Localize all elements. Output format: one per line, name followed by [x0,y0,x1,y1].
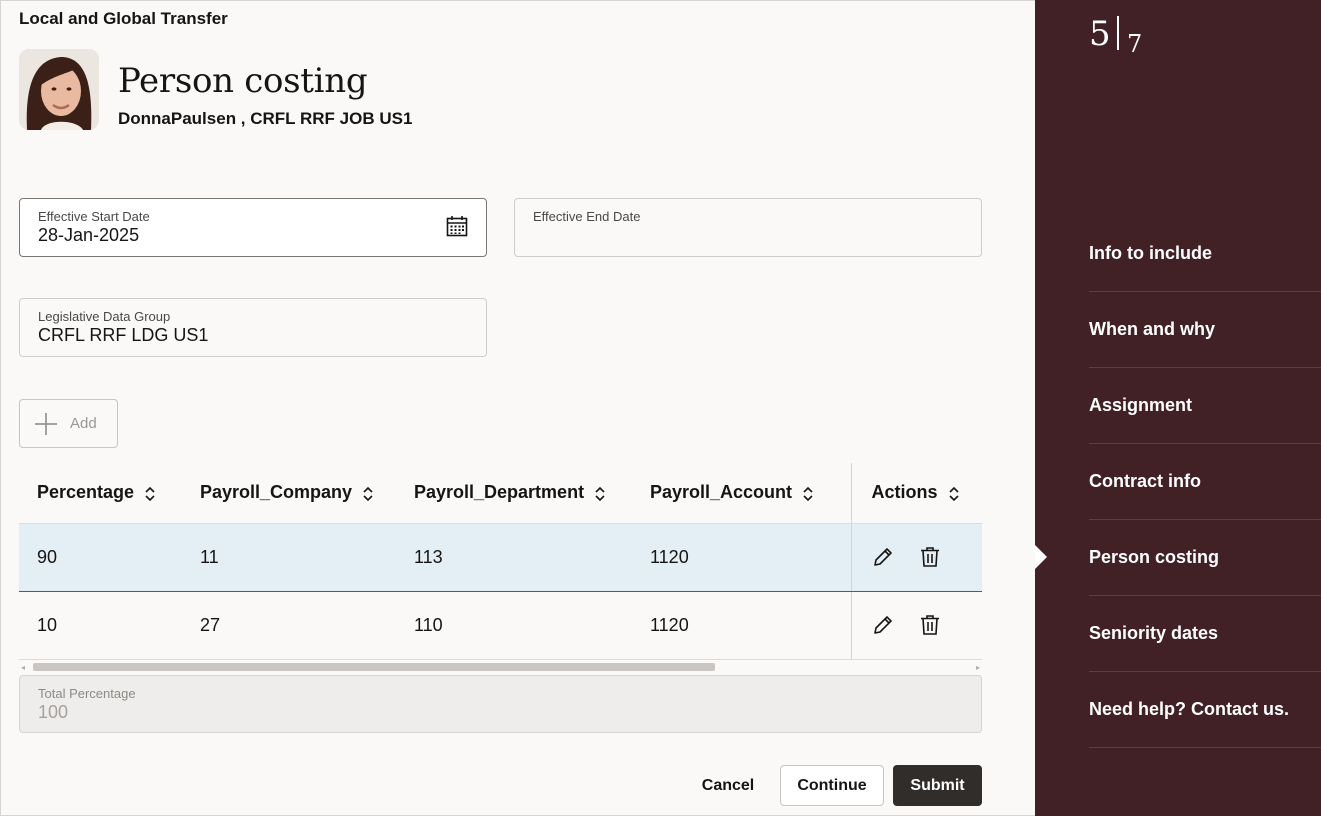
continue-button[interactable]: Continue [780,765,884,806]
sort-icon[interactable] [802,486,814,502]
add-button[interactable]: Add [19,399,118,448]
person-subtitle: DonnaPaulsen , CRFL RRF JOB US1 [118,109,413,128]
step-info-to-include[interactable]: Info to include [1089,216,1321,292]
effective-end-date-field[interactable]: Effective End Date [514,198,982,257]
current-step-marker [1035,545,1047,569]
cell-actions [850,591,982,660]
cell-payroll-company: 11 [182,523,396,592]
cell-actions [850,523,982,592]
step-divider [1117,16,1119,50]
page-title: Person costing [118,61,368,101]
calendar-icon[interactable] [446,215,468,237]
table-header-row: Percentage Payroll_Company Payroll_Depar… [19,463,982,524]
table-row[interactable]: 90 11 113 1120 [19,523,982,592]
total-percentage-label: Total Percentage [38,686,136,701]
sort-icon[interactable] [362,486,374,502]
step-when-and-why[interactable]: When and why [1089,292,1321,368]
column-header-payroll-account[interactable]: Payroll_Account [632,463,851,524]
main-panel: Local and Global Transfer Person costing… [0,0,1035,816]
legislative-data-group-field[interactable]: Legislative Data Group CRFL RRF LDG US1 [19,298,487,357]
add-button-label: Add [70,415,97,432]
column-header-payroll-company[interactable]: Payroll_Company [182,463,396,524]
step-seniority-dates[interactable]: Seniority dates [1089,596,1321,672]
column-header-payroll-department[interactable]: Payroll_Department [396,463,632,524]
cell-payroll-department: 110 [396,591,632,660]
total-percentage-field: Total Percentage 100 [19,675,982,733]
total-percentage-value: 100 [38,702,69,722]
effective-start-date-field[interactable]: Effective Start Date 28-Jan-2025 [19,198,487,257]
step-total: 7 [1127,30,1143,58]
effective-end-date-label: Effective End Date [533,209,641,224]
legislative-data-group-label: Legislative Data Group [38,309,171,324]
cell-payroll-account: 1120 [632,523,851,592]
step-need-help[interactable]: Need help? Contact us. [1089,672,1321,748]
sort-icon[interactable] [594,486,606,502]
scroll-left-arrow-icon[interactable]: ◂ [21,663,25,672]
legislative-data-group-value[interactable]: CRFL RRF LDG US1 [38,325,208,346]
cancel-button[interactable]: Cancel [691,765,765,806]
step-assignment[interactable]: Assignment [1089,368,1321,444]
scrollbar-thumb[interactable] [33,663,715,671]
horizontal-scrollbar[interactable]: ◂ ▸ [19,661,982,673]
plus-icon [35,412,57,435]
step-list: Info to include When and why Assignment … [1089,216,1321,748]
guided-steps-sidebar: 5 7 Info to include When and why Assignm… [1035,0,1321,816]
pencil-icon[interactable] [872,614,894,636]
trash-icon[interactable] [919,614,941,636]
flow-title: Local and Global Transfer [19,9,228,28]
cell-payroll-department: 113 [396,523,632,592]
cell-percentage: 90 [19,523,182,592]
cell-payroll-account: 1120 [632,591,851,660]
costing-table: Percentage Payroll_Company Payroll_Depar… [19,463,982,661]
column-header-percentage[interactable]: Percentage [19,463,182,524]
step-contract-info[interactable]: Contract info [1089,444,1321,520]
cell-percentage: 10 [19,591,182,660]
effective-start-date-label: Effective Start Date [38,209,150,224]
table-row[interactable]: 10 27 110 1120 [19,591,982,660]
step-current: 5 [1089,14,1111,54]
column-header-actions[interactable]: Actions [850,463,982,524]
cell-payroll-company: 27 [182,591,396,660]
avatar [19,49,99,130]
submit-button[interactable]: Submit [893,765,982,806]
scroll-right-arrow-icon[interactable]: ▸ [976,663,980,672]
sort-icon[interactable] [948,486,960,502]
trash-icon[interactable] [919,546,941,568]
pencil-icon[interactable] [872,546,894,568]
sort-icon[interactable] [144,486,156,502]
step-person-costing[interactable]: Person costing [1089,520,1321,596]
effective-start-date-value[interactable]: 28-Jan-2025 [38,225,139,246]
